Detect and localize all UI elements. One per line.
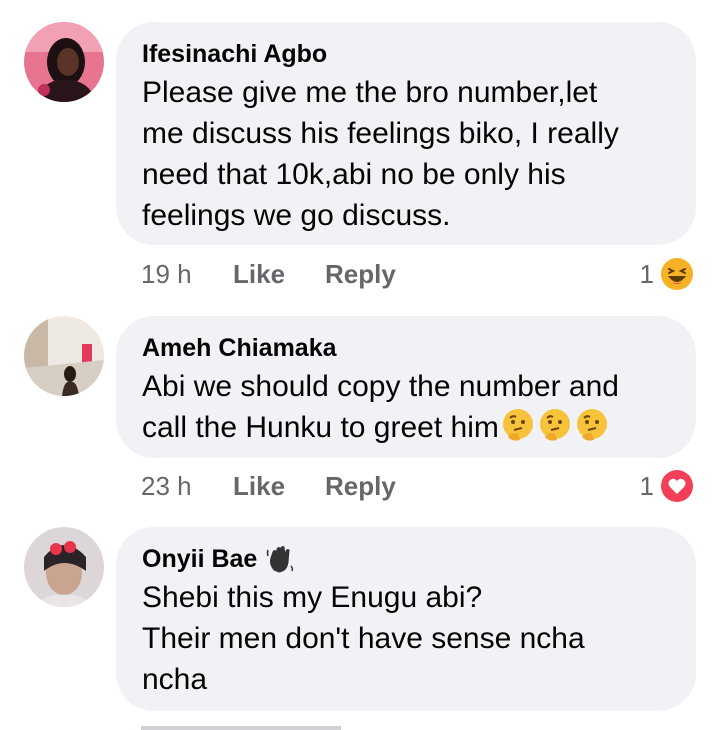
comment-author[interactable]: Ifesinachi Agbo [142, 38, 670, 70]
comment-author[interactable]: Ameh Chiamaka [142, 332, 670, 364]
comment-text-line: Abi we should copy the number and [142, 370, 619, 403]
comment-time[interactable]: 23 h [141, 471, 233, 502]
comment-text: Abi we should copy the number and call t… [142, 366, 670, 448]
comment-bubble: Ifesinachi Agbo Please give me the bro n… [116, 22, 696, 245]
like-button[interactable]: Like [233, 259, 285, 290]
thinking-face-emoji-icon [539, 409, 570, 441]
waving-hand-emoji-icon [267, 546, 294, 573]
avatar-photo [24, 22, 104, 102]
reaction-summary[interactable]: 1 [640, 469, 694, 503]
avatar-photo [24, 527, 104, 607]
comment-text: Please give me the bro number,let me dis… [142, 76, 619, 232]
comment-actions-partial [141, 718, 694, 730]
reaction-summary[interactable]: 1 [640, 257, 694, 291]
avatar[interactable] [24, 22, 104, 102]
comment-actions: 19 h Like Reply 1 [141, 256, 694, 292]
comment-author-name: Onyii Bae [142, 545, 258, 573]
cut-off-text [141, 718, 341, 730]
comment-time[interactable]: 19 h [141, 259, 233, 290]
heart-reaction-icon [661, 470, 693, 502]
comment-text: Shebi this my Enugu abi? Their men don't… [142, 581, 585, 696]
comment-text-line: call the Hunku to greet him [142, 411, 499, 444]
avatar[interactable] [24, 527, 104, 607]
like-button[interactable]: Like [233, 471, 285, 502]
comment-bubble: Onyii Bae Shebi this my Enugu abi? Their… [116, 527, 696, 711]
reaction-count: 1 [639, 258, 654, 289]
comment-author[interactable]: Onyii Bae [142, 543, 670, 575]
avatar[interactable] [24, 316, 104, 396]
thinking-face-emoji-icon [502, 409, 533, 441]
reply-button[interactable]: Reply [325, 471, 396, 502]
reply-button[interactable]: Reply [325, 259, 396, 290]
reaction-count: 1 [639, 470, 654, 501]
laughing-emoji-icon [661, 258, 693, 290]
comment-actions: 23 h Like Reply 1 [141, 468, 694, 504]
thinking-face-emoji-icon [576, 409, 607, 441]
comment-bubble: Ameh Chiamaka Abi we should copy the num… [116, 316, 696, 458]
avatar-photo [24, 316, 104, 396]
